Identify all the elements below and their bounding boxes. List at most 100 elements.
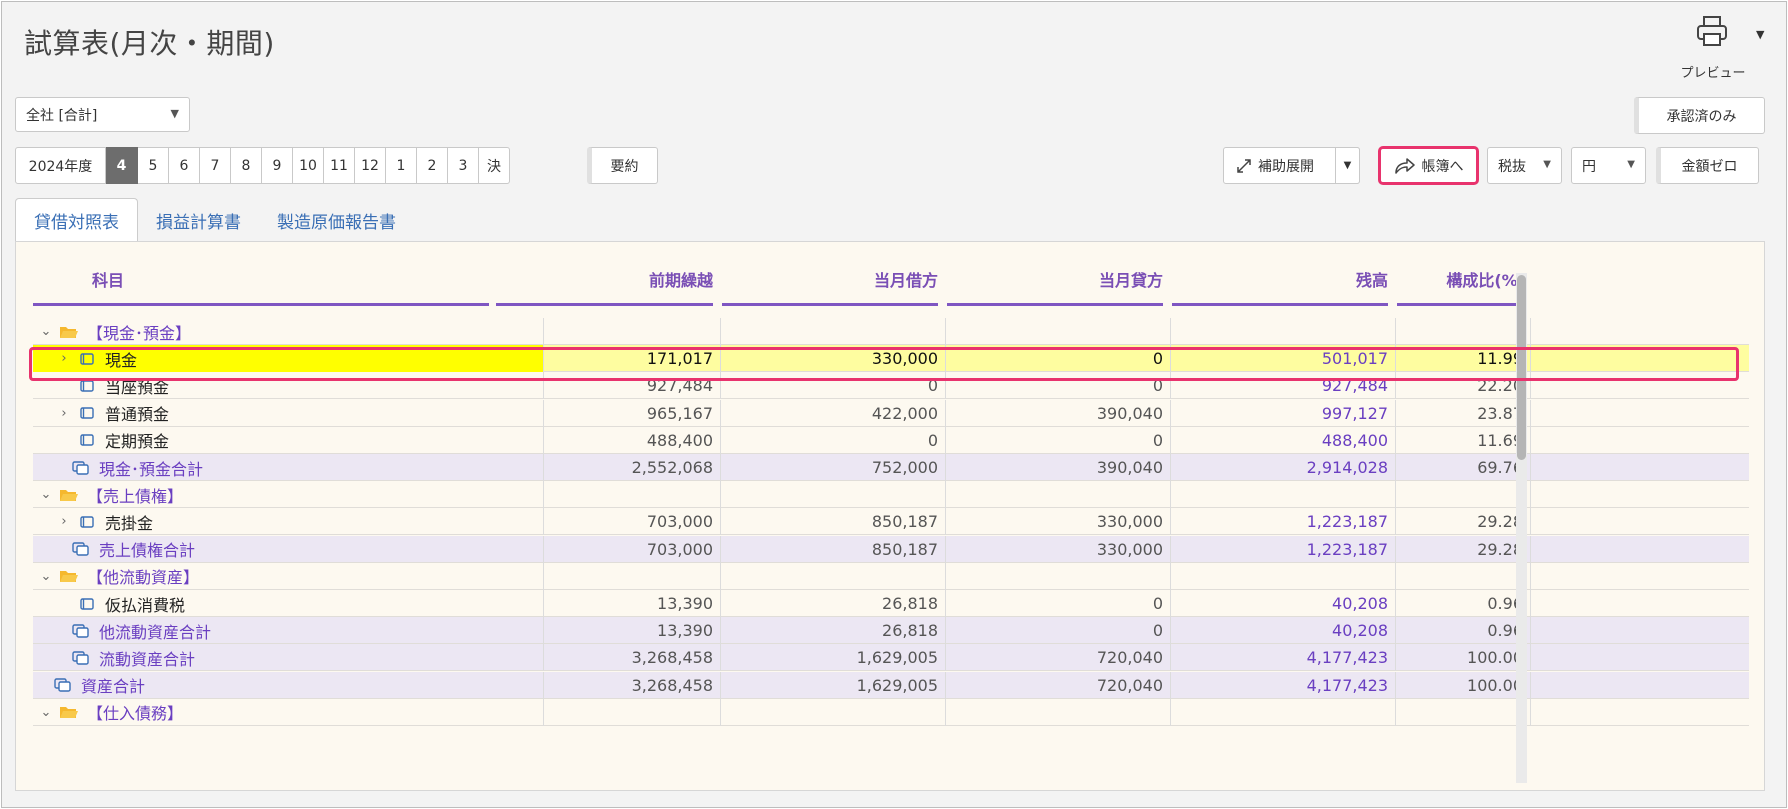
total-row[interactable]: 資産合計 3,268,458 1,629,005 720,040 4,177,423 10… [33,671,1749,699]
cell-balance: 40,208 [1171,617,1396,645]
account-row[interactable]: 当座預金 927,484 0 0 927,484 22.20 [33,372,1749,400]
chevron-down-icon: ▼ [1543,159,1551,170]
cell-credit: 0 [946,426,1171,454]
chevron-down-icon: ▼ [1343,160,1352,171]
cell-debit: 1,629,005 [721,644,946,672]
tax-mode-select[interactable]: 税抜 ▼ [1487,147,1562,184]
tab-balance-sheet[interactable]: 貸借対照表 [15,198,138,242]
cell-balance: 1,223,187 [1171,508,1396,536]
account-name-cell: 当座預金 [33,372,544,400]
cell-balance [1171,318,1396,345]
chevron-right-icon[interactable]: › [57,406,71,421]
cell-prev: 965,167 [496,399,721,427]
account-icon [77,350,97,368]
cell-ratio: 11.99 [1396,345,1531,373]
cell-credit: 720,040 [946,671,1171,699]
cell-ratio: 29.28 [1396,508,1531,536]
account-name: 【売上債権】 [87,486,184,506]
month-button-8[interactable]: 8 [231,147,262,184]
cell-prev [496,318,721,345]
cell-ratio: 69.76 [1396,454,1531,481]
chevron-down-icon[interactable]: ⌄ [39,487,53,502]
chevron-right-icon[interactable]: › [57,351,71,366]
cell-balance: 4,177,423 [1171,644,1396,672]
total-row[interactable]: 他流動資産合計 13,390 26,818 0 40,208 0.96 [33,617,1749,645]
chevron-down-icon[interactable]: ⌄ [39,324,53,339]
currency-select[interactable]: 円 ▼ [1571,147,1646,184]
cell-ratio [1396,481,1531,509]
cell-debit: 752,000 [721,454,946,481]
tab-income-statement[interactable]: 損益計算書 [138,198,259,242]
account-name: 資産合計 [81,677,146,697]
scrollbar-thumb[interactable] [1517,275,1526,460]
month-button-10[interactable]: 10 [293,147,324,184]
chevron-right-icon[interactable]: › [57,514,71,529]
chevron-down-icon[interactable]: ⌄ [39,569,53,584]
summary-button[interactable]: 要約 [587,147,658,184]
account-icon [77,513,97,531]
cell-ratio [1396,562,1531,590]
month-button-7[interactable]: 7 [200,147,231,184]
total-row[interactable]: 流動資産合計 3,268,458 1,629,005 720,040 4,177,423… [33,644,1749,672]
category-row[interactable]: ⌄ 【現金･預金】 [33,318,1749,345]
cell-balance: 1,223,187 [1171,535,1396,563]
to-ledger-button[interactable]: 帳簿へ [1378,146,1479,185]
month-button-6[interactable]: 6 [169,147,200,184]
month-button-決[interactable]: 決 [479,147,510,184]
cell-credit: 330,000 [946,508,1171,536]
header-underline [722,303,938,306]
trial-balance-panel: 科目 前期繰越 当月借方 当月貸方 残高 構成比(%) ⌄ 【現金･預金】 › 現金 1… [15,241,1765,791]
fiscal-year-button[interactable]: 2024年度 [15,147,106,184]
cell-debit: 330,000 [721,345,946,373]
subtotal-icon [71,649,91,667]
cell-debit: 1,629,005 [721,671,946,699]
company-select[interactable]: 全社 [合計] ▼ [15,97,190,132]
cell-ratio: 0.96 [1396,590,1531,617]
account-name-cell: ⌄ 【売上債権】 [33,481,544,509]
month-button-9[interactable]: 9 [262,147,293,184]
col-header-ratio: 構成比(%) [1446,271,1525,290]
cell-prev [496,562,721,590]
account-icon [77,595,97,613]
cell-balance: 501,017 [1171,345,1396,373]
subtotal-icon [71,540,91,558]
header-underline [1397,303,1525,306]
month-button-3[interactable]: 3 [448,147,479,184]
account-row[interactable]: › 売掛金 703,000 850,187 330,000 1,223,187 29.28 [33,508,1749,536]
account-row[interactable]: › 普通預金 965,167 422,000 390,040 997,127 23.87 [33,399,1749,427]
header-underline [33,303,489,306]
account-row[interactable]: 定期預金 488,400 0 0 488,400 11.69 [33,426,1749,454]
cell-credit: 720,040 [946,644,1171,672]
approved-only-button[interactable]: 承認済のみ [1634,97,1765,134]
chevron-down-icon: ▼ [170,107,179,120]
col-header-credit: 当月貸方 [1098,271,1163,290]
cell-credit: 0 [946,372,1171,400]
month-button-1[interactable]: 1 [386,147,417,184]
total-row[interactable]: 現金･預金合計 2,552,068 752,000 390,040 2,914,028 6… [33,454,1749,481]
folder-open-icon [59,486,79,504]
month-button-11[interactable]: 11 [324,147,355,184]
zero-amount-button[interactable]: 金額ゼロ [1656,147,1759,184]
account-row[interactable]: 仮払消費税 13,390 26,818 0 40,208 0.96 [33,590,1749,617]
cell-debit: 0 [721,426,946,454]
cell-credit: 390,040 [946,454,1171,481]
preview-button[interactable]: プレビュー [1672,14,1772,81]
category-row[interactable]: ⌄ 【仕入債務】 [33,698,1749,726]
tab-manufacturing-cost[interactable]: 製造原価報告書 [259,198,414,242]
month-button-5[interactable]: 5 [138,147,169,184]
chevron-down-icon[interactable]: ⌄ [39,705,53,720]
cell-prev: 703,000 [496,535,721,563]
total-row[interactable]: 売上債権合計 703,000 850,187 330,000 1,223,187 29.2… [33,535,1749,563]
cell-credit: 0 [946,345,1171,373]
sub-expand-dropdown[interactable]: ▼ [1335,147,1360,184]
account-row[interactable]: › 現金 171,017 330,000 0 501,017 11.99 [33,345,1749,373]
preview-dropdown-icon[interactable]: ▼ [1756,28,1764,41]
month-button-12[interactable]: 12 [355,147,386,184]
account-name-cell: ⌄ 【他流動資産】 [33,562,544,590]
cell-prev [496,698,721,726]
month-button-2[interactable]: 2 [417,147,448,184]
category-row[interactable]: ⌄ 【他流動資産】 [33,562,1749,590]
cell-ratio: 22.20 [1396,372,1531,400]
month-button-4[interactable]: 4 [106,147,138,184]
category-row[interactable]: ⌄ 【売上債権】 [33,481,1749,509]
